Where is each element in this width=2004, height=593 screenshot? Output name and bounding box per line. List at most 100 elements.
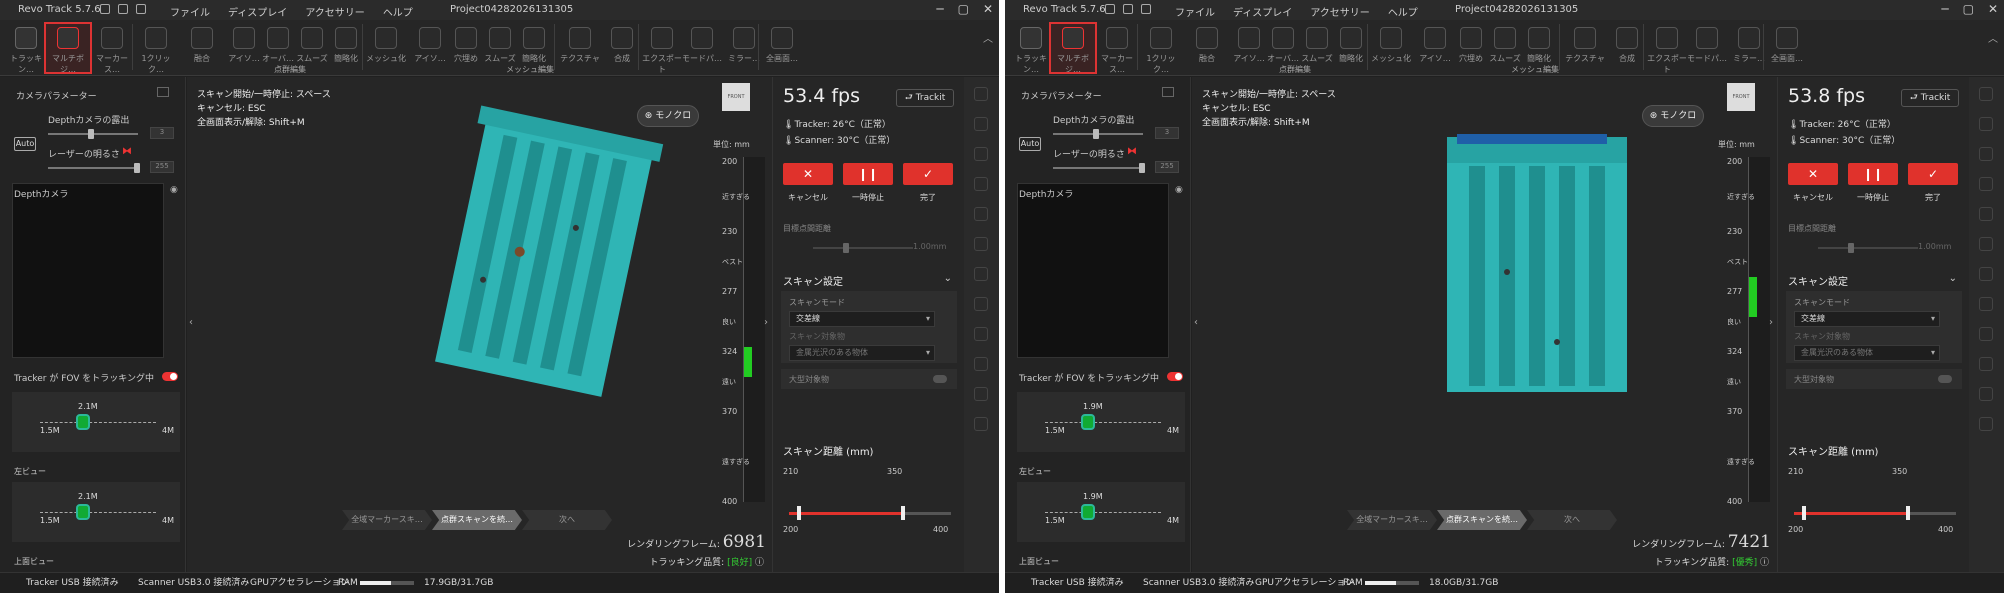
auto-button[interactable]: Auto	[1019, 137, 1041, 151]
collapse-left-icon[interactable]: ‹	[189, 317, 199, 337]
scan-distance-range[interactable]	[789, 512, 951, 515]
scan-mode-select[interactable]: 交差線	[789, 311, 935, 327]
range-handle-max[interactable]	[1906, 506, 1910, 520]
side-tool-icon[interactable]	[974, 237, 988, 251]
maximize-icon[interactable]: ▢	[1963, 2, 1974, 16]
info-icon[interactable]: ⓘ	[1760, 558, 1769, 568]
new-file-icon[interactable]	[118, 4, 128, 14]
menu-item[interactable]: ファイル	[170, 4, 210, 19]
cancel-button[interactable]: ✕	[783, 163, 833, 185]
side-tool-icon[interactable]	[974, 177, 988, 191]
tool-button-3[interactable]: 1クリック…	[1139, 24, 1183, 74]
tool-button-9[interactable]: メッシュ化	[364, 24, 408, 72]
side-tool-icon[interactable]	[1979, 117, 1993, 131]
tool-button-16[interactable]: エクスポート	[1645, 24, 1689, 74]
step-next[interactable]: 次へ	[1527, 510, 1617, 530]
side-tool-icon[interactable]	[1979, 87, 1993, 101]
laser-slider[interactable]	[48, 163, 140, 173]
large-object-toggle[interactable]	[1938, 375, 1952, 383]
step-point-scan[interactable]: 点群スキャンを続…	[1437, 510, 1527, 530]
folder-icon[interactable]	[136, 4, 146, 14]
mono-toggle-button[interactable]: ⊛ モノクロ	[637, 105, 699, 127]
maximize-icon[interactable]: ▢	[958, 2, 969, 16]
cancel-button[interactable]: ✕	[1788, 163, 1838, 185]
side-tool-icon[interactable]	[1979, 177, 1993, 191]
laser-value[interactable]: 255	[1155, 161, 1179, 173]
slider-knob[interactable]	[88, 129, 94, 139]
side-tool-icon[interactable]	[974, 267, 988, 281]
auto-button[interactable]: Auto	[14, 137, 36, 151]
folder-icon[interactable]	[1141, 4, 1151, 14]
trackit-button[interactable]: ⮐ Trackit	[1901, 89, 1959, 107]
trackit-button[interactable]: ⮐ Trackit	[896, 89, 954, 107]
close-icon[interactable]: ✕	[1988, 2, 1998, 16]
side-tool-icon[interactable]	[1979, 387, 1993, 401]
side-tool-icon[interactable]	[974, 387, 988, 401]
menu-item[interactable]: ディスプレイ	[1233, 4, 1292, 19]
laser-value[interactable]: 255	[150, 161, 174, 173]
tool-button-3[interactable]: 1クリック…	[134, 24, 178, 74]
tool-button-2[interactable]: マーカース…	[1095, 24, 1139, 74]
close-icon[interactable]: ✕	[983, 2, 993, 16]
range-handle-max[interactable]	[901, 506, 905, 520]
home-icon[interactable]	[1105, 4, 1115, 14]
tool-button-19[interactable]: 全画面…	[1765, 24, 1809, 72]
collapse-left-icon[interactable]: ‹	[1194, 317, 1204, 337]
menu-item[interactable]: ヘルプ	[1388, 4, 1418, 19]
menu-item[interactable]: アクセサリー	[1310, 4, 1370, 19]
slider-knob[interactable]	[1139, 163, 1145, 173]
side-tool-icon[interactable]	[974, 297, 988, 311]
side-tool-icon[interactable]	[1979, 267, 1993, 281]
side-tool-icon[interactable]	[974, 327, 988, 341]
tracking-toggle[interactable]	[1167, 372, 1183, 381]
undock-icon[interactable]	[1162, 87, 1174, 97]
minimize-icon[interactable]: ─	[936, 2, 943, 16]
side-tool-icon[interactable]	[1979, 357, 1993, 371]
undock-icon[interactable]	[157, 87, 169, 97]
tool-button-4[interactable]: 融合	[180, 24, 224, 72]
tool-button-17[interactable]: モードパ…	[1685, 24, 1729, 72]
3d-viewport[interactable]: スキャン開始/一時停止: スペース キャンセル: ESC 全画面表示/解除: S…	[187, 77, 772, 572]
laser-slider[interactable]	[1053, 163, 1145, 173]
pause-button[interactable]: ❙❙	[1848, 163, 1898, 185]
range-handle-min[interactable]	[797, 506, 801, 520]
mono-toggle-button[interactable]: ⊛ モノクロ	[1642, 105, 1704, 127]
side-tool-icon[interactable]	[974, 357, 988, 371]
chevron-down-icon[interactable]: ⌄	[944, 273, 952, 284]
side-tool-icon[interactable]	[1979, 417, 1993, 431]
pause-button[interactable]: ❙❙	[843, 163, 893, 185]
step-point-scan[interactable]: 点群スキャンを続…	[432, 510, 522, 530]
side-tool-icon[interactable]	[974, 87, 988, 101]
tool-button-1[interactable]: マルチボジ…	[44, 22, 92, 74]
chevron-down-icon[interactable]: ⌄	[1949, 273, 1957, 284]
slider-knob[interactable]	[134, 163, 140, 173]
step-marker-scan[interactable]: 全域マーカースキ…	[342, 510, 432, 530]
side-tool-icon[interactable]	[1979, 207, 1993, 221]
3d-viewport[interactable]: スキャン開始/一時停止: スペース キャンセル: ESC 全画面表示/解除: S…	[1192, 77, 1777, 572]
slider-knob[interactable]	[1093, 129, 1099, 139]
side-tool-icon[interactable]	[1979, 147, 1993, 161]
side-tool-icon[interactable]	[974, 417, 988, 431]
done-button[interactable]: ✓	[1908, 163, 1958, 185]
collapse-toolbar-icon[interactable]: ︿	[1988, 30, 1998, 45]
home-icon[interactable]	[100, 4, 110, 14]
exposure-slider[interactable]	[48, 129, 138, 139]
tool-button-9[interactable]: メッシュ化	[1369, 24, 1413, 72]
tool-button-1[interactable]: マルチボジ…	[1049, 22, 1097, 74]
tool-button-0[interactable]: トラッキン…	[1009, 24, 1053, 74]
tool-button-16[interactable]: エクスポート	[640, 24, 684, 74]
menu-item[interactable]: ファイル	[1175, 4, 1215, 19]
tracking-toggle[interactable]	[162, 372, 178, 381]
tool-button-19[interactable]: 全画面…	[760, 24, 804, 72]
range-handle-min[interactable]	[1802, 506, 1806, 520]
eye-icon[interactable]: ◉	[1175, 185, 1183, 195]
menu-item[interactable]: ヘルプ	[383, 4, 413, 19]
side-tool-icon[interactable]	[974, 207, 988, 221]
side-tool-icon[interactable]	[1979, 297, 1993, 311]
exposure-slider[interactable]	[1053, 129, 1143, 139]
tool-button-0[interactable]: トラッキン…	[4, 24, 48, 74]
info-icon[interactable]: ⓘ	[755, 558, 764, 568]
side-tool-icon[interactable]	[974, 147, 988, 161]
view-cube[interactable]: FRONT	[722, 83, 750, 111]
side-tool-icon[interactable]	[1979, 237, 1993, 251]
